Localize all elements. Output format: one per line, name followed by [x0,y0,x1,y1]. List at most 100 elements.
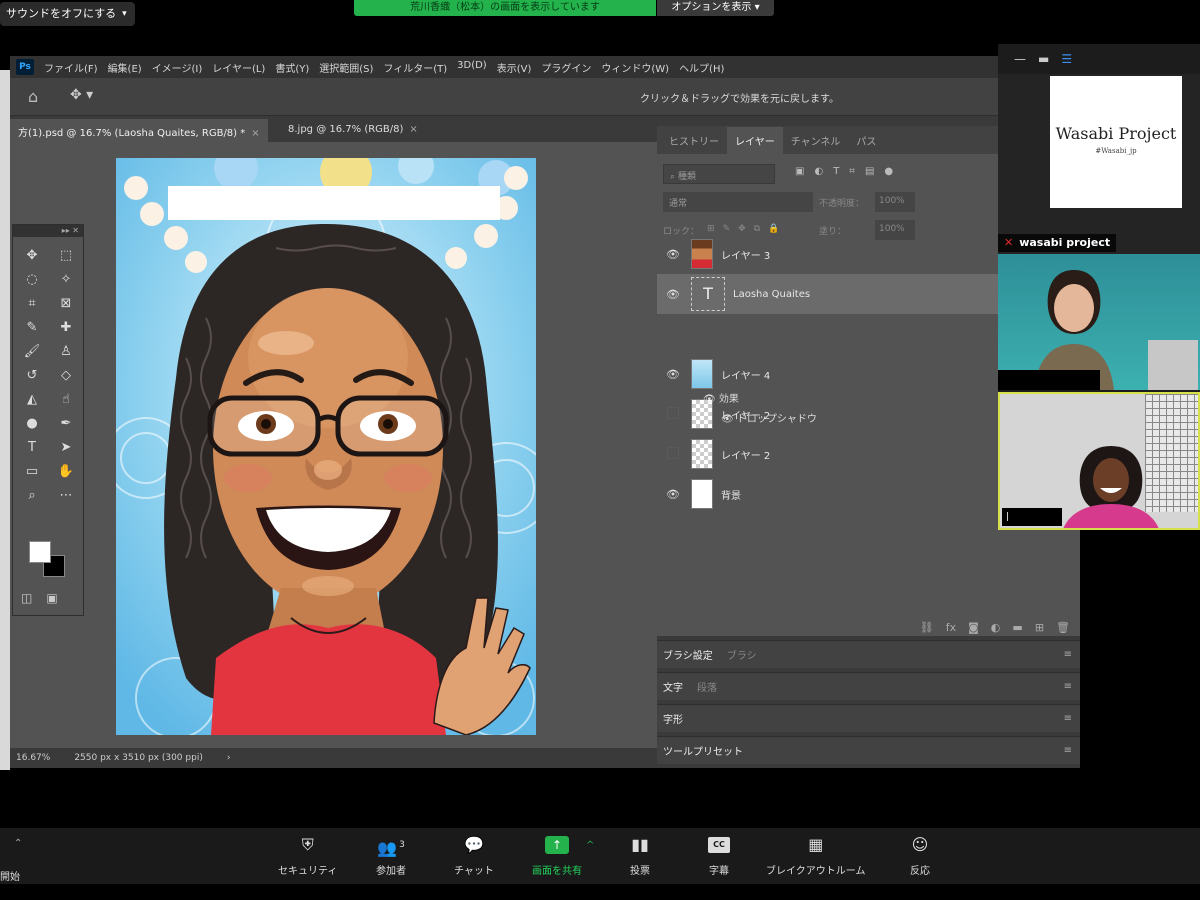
ps-menu-item[interactable]: 表示(V) [497,60,532,75]
type-filter-icon[interactable]: T [833,166,839,177]
chat-button[interactable]: 💬 チャット [454,834,494,877]
panel-tab[interactable]: レイヤー [727,127,783,154]
layer-mask-icon[interactable]: ◙ [968,621,979,634]
layer-filter-search[interactable]: ⌕ 種類 [663,164,775,184]
tab-brush[interactable]: ブラシ [727,647,757,662]
ps-menu-item[interactable]: 選択範囲(S) [319,60,373,75]
new-layer-icon[interactable]: ⊞ [1035,621,1044,634]
frame-tool-icon[interactable]: ⊠ [55,293,77,315]
tab-tool-presets[interactable]: ツールプリセット [663,743,743,758]
fx-icon[interactable]: fx [946,621,956,634]
participants-button[interactable]: 👥 3 参加者 [376,834,406,877]
ps-menu-item[interactable]: ヘルプ(H) [679,60,724,75]
eye-icon[interactable]: 👁 [661,248,685,261]
eye-icon[interactable]: 👁 [661,488,685,501]
smudge-tool-icon[interactable]: ☝ [55,389,77,411]
close-icon[interactable]: × [251,128,259,139]
eraser-tool-icon[interactable]: ◇ [55,365,77,387]
tab-glyphs[interactable]: 字形 [663,711,683,726]
panel-tab[interactable]: パス [848,127,884,154]
captions-button[interactable]: CC 字幕 [708,834,730,877]
tab-document-2[interactable]: 8.jpg @ 16.7% (RGB/8) × [280,119,426,142]
gallery-view-icon[interactable]: ☰ [1061,52,1072,66]
paint-bucket-tool-icon[interactable]: ◭ [21,389,43,411]
eyedropper-tool-icon[interactable]: ✎ [21,317,43,339]
ps-menu-item[interactable]: 書式(Y) [275,60,309,75]
pixel-filter-icon[interactable]: ▣ [795,166,804,177]
security-button[interactable]: ⛨ セキュリティ [278,834,337,877]
quick-mask-icon[interactable]: ◫ [21,591,32,605]
tab-document-1[interactable]: 方(1).psd @ 16.7% (Laosha Quaites, RGB/8)… [10,119,268,142]
video-tile-wasabi[interactable]: Wasabi Project #Wasabi_jp ✕ wasabi projec… [998,74,1200,254]
crop-tool-icon[interactable]: ⌗ [21,293,43,315]
view-options-button[interactable]: オプションを表示 ▾ [657,0,774,16]
ps-menu-item[interactable]: 3D(D) [457,60,487,75]
adjustment-layer-icon[interactable]: ◐ [991,621,1001,634]
panel-menu-icon[interactable]: ≡ [1064,745,1072,756]
more-tools-icon[interactable]: ⋯ [55,485,77,507]
status-arrow-icon[interactable]: › [227,753,231,763]
type-tool-icon[interactable]: T [21,437,43,459]
healing-brush-tool-icon[interactable]: ✚ [55,317,77,339]
ps-menu-item[interactable]: ファイル(F) [44,60,98,75]
tab-brush-settings[interactable]: ブラシ設定 [663,647,713,662]
opacity-input[interactable]: 100% [875,192,915,212]
share-screen-button[interactable]: ↑ 画面を共有 [532,834,582,877]
adjustment-filter-icon[interactable]: ◐ [814,166,823,177]
close-icon[interactable]: × [409,124,417,135]
blend-mode-select[interactable]: 通常 [663,192,813,212]
eye-icon[interactable]: 👁 [661,368,685,381]
ps-menu-item[interactable]: ウィンドウ(W) [601,60,669,75]
shape-filter-icon[interactable]: ⌗ [849,166,855,177]
stamp-tool-icon[interactable]: ♙ [55,341,77,363]
home-icon[interactable]: ⌂ [28,87,38,106]
single-view-icon[interactable]: ▬ [1038,52,1049,66]
screen-mode-icon[interactable]: ▣ [46,591,57,605]
lasso-tool-icon[interactable]: ◌ [21,269,43,291]
canvas-area[interactable] [10,142,657,752]
panel-tab[interactable]: ヒストリー [661,127,727,154]
ps-menu-item[interactable]: フィルター(T) [383,60,447,75]
ps-menu-item[interactable]: 編集(E) [108,60,142,75]
panel-menu-icon[interactable]: ≡ [1064,649,1072,660]
reactions-button[interactable]: ☺ 反応 [910,834,930,877]
dodge-tool-icon[interactable]: ● [21,413,43,435]
polling-button[interactable]: ▮▮ 投票 [630,834,650,877]
move-tool-icon[interactable]: ✥ [21,245,43,267]
history-brush-tool-icon[interactable]: ↺ [21,365,43,387]
brush-tool-icon[interactable]: 🖌 [21,341,43,363]
path-selection-tool-icon[interactable]: ➤ [55,437,77,459]
new-group-icon[interactable]: ▬ [1012,621,1022,634]
magic-wand-tool-icon[interactable]: ✧ [55,269,77,291]
chevron-up-icon[interactable]: ⌃ [14,838,22,849]
ps-menu-item[interactable]: プラグイン [541,60,591,75]
minimize-icon[interactable]: — [1014,52,1026,66]
ps-menu-item[interactable]: レイヤー(L) [212,60,265,75]
rectangle-tool-icon[interactable]: ▭ [21,461,43,483]
caricature-document[interactable] [116,158,536,735]
panel-menu-icon[interactable]: ≡ [1064,713,1072,724]
panel-menu-icon[interactable]: ≡ [1064,681,1072,692]
hand-tool-icon[interactable]: ✋ [55,461,77,483]
sound-off-button[interactable]: サウンドをオフにする ▾ [0,2,135,26]
delete-layer-icon[interactable]: 🗑 [1056,621,1070,634]
pen-tool-icon[interactable]: ✒ [55,413,77,435]
video-tile-participant-2[interactable] [998,254,1200,390]
visibility-toggle-icon[interactable] [661,406,685,422]
ps-menu-item[interactable]: イメージ(I) [152,60,203,75]
visibility-toggle-icon[interactable] [661,446,685,462]
eye-icon[interactable]: 👁 [661,288,685,301]
move-tool-options-icon[interactable]: ✥ ▾ [70,87,93,103]
breakout-rooms-button[interactable]: ▦ ブレイクアウトルーム [766,834,866,877]
tab-character[interactable]: 文字 [663,679,683,694]
smart-object-filter-icon[interactable]: ▤ [865,166,874,177]
effects-row[interactable]: 👁 効果 [703,390,739,405]
foreground-color-swatch[interactable] [29,541,51,563]
marquee-tool-icon[interactable]: ⬚ [55,245,77,267]
share-options-chevron-icon[interactable]: ^ [586,840,594,851]
filter-toggle-icon[interactable]: ● [884,166,893,177]
zoom-level[interactable]: 16.67% [16,753,50,763]
video-tile-active-speaker[interactable]: | [998,392,1200,530]
tab-paragraph[interactable]: 段落 [697,679,717,694]
zoom-tool-icon[interactable]: ⌕ [21,485,43,507]
